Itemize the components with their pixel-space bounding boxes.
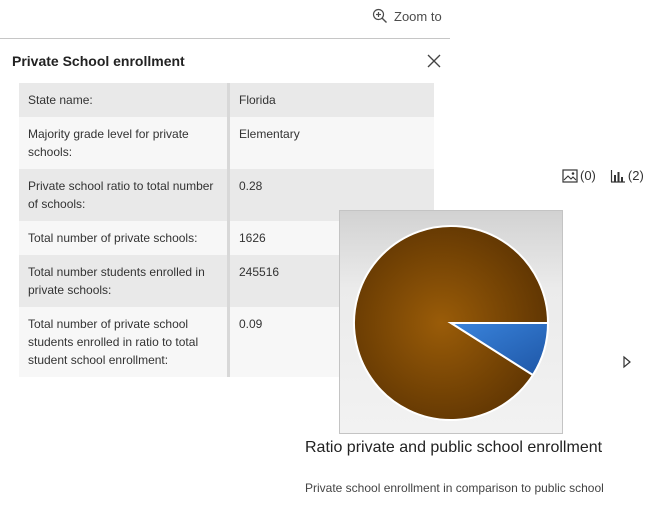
chart-count: (2) bbox=[627, 168, 644, 183]
field-key: State name: bbox=[19, 83, 230, 117]
zoom-to-button[interactable]: Zoom to bbox=[372, 8, 442, 24]
field-value: Florida bbox=[228, 83, 434, 117]
field-key: Total number of private schools: bbox=[19, 221, 230, 255]
field-key: Private school ratio to total number of … bbox=[19, 169, 230, 221]
image-count: (0) bbox=[580, 168, 596, 183]
header-divider bbox=[0, 38, 450, 39]
field-key: Majority grade level for private schools… bbox=[19, 117, 230, 169]
zoom-in-icon bbox=[372, 8, 388, 24]
image-count-button[interactable]: (0) bbox=[562, 168, 596, 183]
field-value: Elementary bbox=[228, 117, 434, 169]
bar-chart-icon bbox=[610, 169, 625, 183]
table-row: Majority grade level for private schools… bbox=[19, 117, 434, 169]
chart-count-button[interactable]: (2) bbox=[610, 168, 644, 183]
play-arrow-icon bbox=[623, 355, 631, 369]
close-button[interactable] bbox=[426, 53, 442, 69]
zoom-to-label: Zoom to bbox=[394, 8, 442, 24]
field-key: Total number students enrolled in privat… bbox=[19, 255, 230, 307]
media-title: Ratio private and public school enrollme… bbox=[305, 439, 603, 456]
next-media-button[interactable] bbox=[622, 355, 632, 369]
table-row: State name: Florida bbox=[19, 83, 434, 117]
pie-chart bbox=[353, 225, 550, 421]
pie-chart-frame bbox=[339, 210, 563, 434]
media-counts: (0) (2) bbox=[562, 168, 644, 183]
media-caption: Private school enrollment in comparison … bbox=[305, 481, 604, 495]
image-icon bbox=[562, 168, 578, 183]
field-key: Total number of private school students … bbox=[19, 307, 230, 377]
popup-title: Private School enrollment bbox=[12, 53, 185, 69]
close-icon bbox=[427, 54, 441, 68]
